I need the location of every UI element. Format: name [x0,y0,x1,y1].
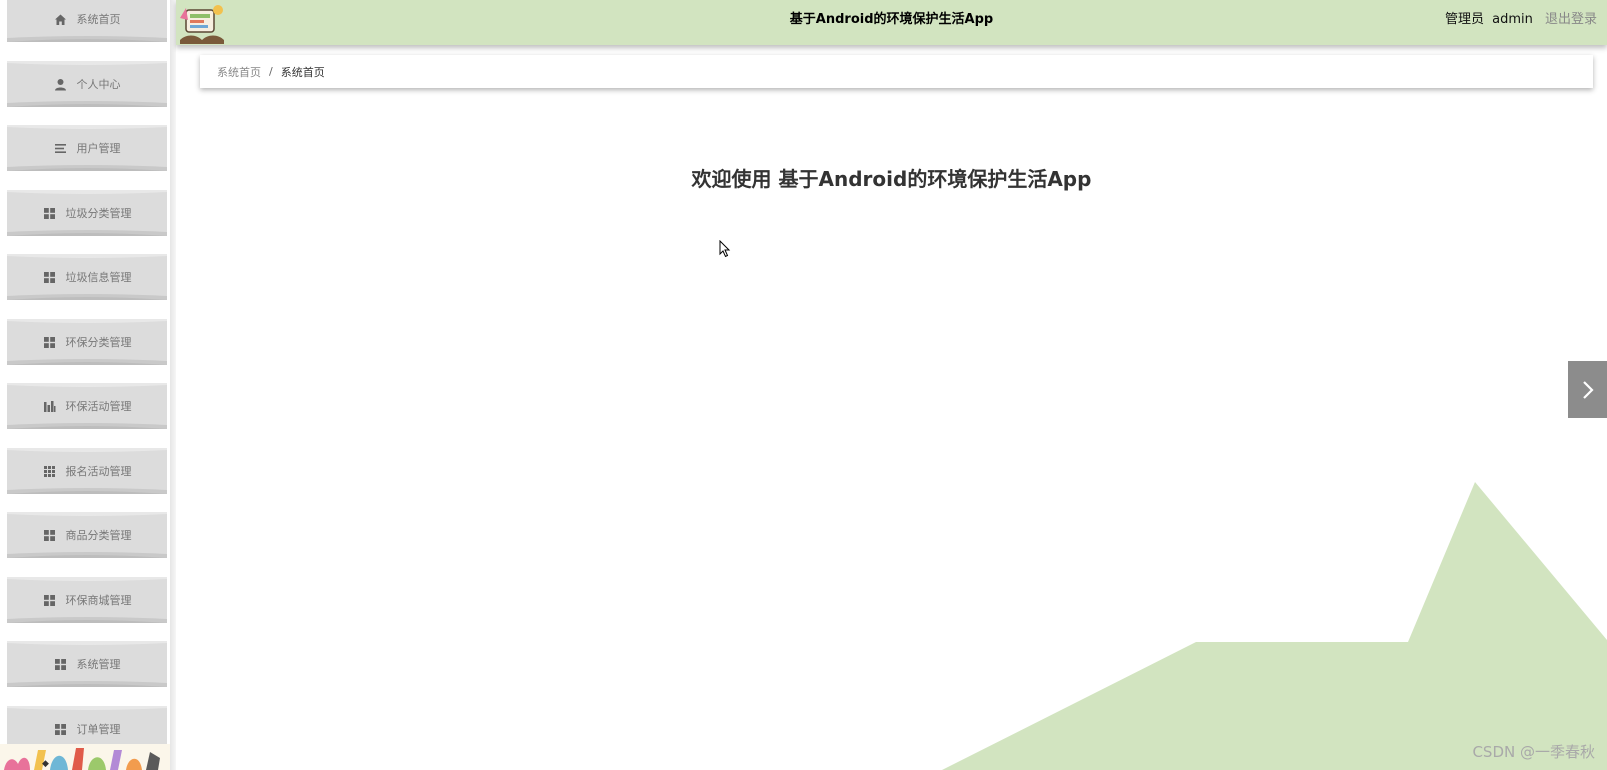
sidebar-item-label: 垃圾分类管理 [65,207,132,220]
apps-icon [43,465,56,478]
username: admin [1492,12,1533,27]
sidebar-item-11[interactable]: 系统管理 [7,641,167,687]
menu-item-ridge [7,423,167,429]
menu-item-ridge [7,681,167,687]
sidebar-item-10[interactable]: 环保商城管理 [7,577,167,623]
menu-item-top-ridge [7,190,167,194]
sidebar-item-label: 报名活动管理 [65,465,132,478]
sidebar: 系统首页个人中心用户管理垃圾分类管理 垃圾信息管理 环保分类管理 环保活动管理 报名活动… [0,0,174,770]
breadcrumb-home-link[interactable]: 系统首页 [217,64,261,80]
sidebar-divider [170,0,176,770]
welcome-heading: 欢迎使用 基于Android的环境保护生活App [691,167,1092,191]
background-decoration [942,482,1607,770]
sidebar-item-6[interactable]: 环保分类管理 [7,319,167,365]
menu-item-ridge [7,359,167,365]
user-area: 管理员 admin 退出登录 [1445,0,1597,40]
bar-chart-icon [43,400,56,413]
sidebar-item-9[interactable]: 商品分类管理 [7,512,167,558]
menu-item-ridge [7,36,167,42]
sidebar-item-8[interactable]: 报名活动管理 [7,448,167,494]
menu-item-top-ridge [7,448,167,452]
mouse-cursor-icon [719,240,731,258]
menu-item-top-ridge [7,512,167,516]
svg-text:◆: ◆ [42,759,49,769]
home-icon [54,13,67,26]
watermark: CSDN @一季春秋 [1472,743,1595,761]
menu-item-top-ridge [7,706,167,710]
menu-item-top-ridge [7,61,167,65]
sidebar-item-label: 个人中心 [76,78,121,91]
sidebar-item-label: 系统首页 [76,13,121,26]
grid-icon [54,658,67,671]
menu-item-ridge [7,488,167,494]
grid-icon [43,336,56,349]
sidebar-item-label: 订单管理 [76,723,121,736]
sidebar-illustration: ◆ [0,744,170,770]
sidebar-item-5[interactable]: 垃圾信息管理 [7,254,167,300]
list-icon [54,142,67,155]
menu-item-top-ridge [7,254,167,258]
sidebar-item-label: 垃圾信息管理 [65,271,132,284]
next-page-tab[interactable] [1568,361,1607,418]
grid-icon [54,723,67,736]
menu-item-ridge [7,230,167,236]
breadcrumb-current: 系统首页 [280,65,325,79]
menu-item-top-ridge [7,641,167,645]
app-title: 基于Android的环境保护生活App [789,12,994,27]
grid-icon [43,594,56,607]
menu-item-ridge [7,552,167,558]
sidebar-item-3[interactable]: 用户管理 [7,125,167,171]
menu-item-ridge [7,617,167,623]
menu-item-top-ridge [7,577,167,581]
sidebar-item-label: 用户管理 [76,142,121,155]
sidebar-item-label: 环保分类管理 [65,336,132,349]
sidebar-item-label: 商品分类管理 [65,529,132,542]
menu-item-ridge [7,101,167,107]
grid-icon [43,207,56,220]
breadcrumb: 系统首页 / 系统首页 [200,55,1593,88]
sidebar-item-label: 系统管理 [76,658,121,671]
user-icon [54,78,67,91]
menu-item-top-ridge [7,125,167,129]
grid-icon [43,529,56,542]
menu-item-ridge [7,294,167,300]
breadcrumb-separator: / [269,65,273,78]
logout-button[interactable]: 退出登录 [1545,12,1597,27]
grid-icon [43,271,56,284]
menu-item-top-ridge [7,0,167,2]
user-role: 管理员 [1444,12,1484,27]
sidebar-item-2[interactable]: 个人中心 [7,61,167,107]
sidebar-item-label: 环保商城管理 [65,594,132,607]
sidebar-item-1[interactable]: 系统首页 [7,0,167,42]
sidebar-item-7[interactable]: 环保活动管理 [7,383,167,429]
menu-item-ridge [7,165,167,171]
menu-item-top-ridge [7,319,167,323]
sidebar-item-4[interactable]: 垃圾分类管理 [7,190,167,236]
menu-item-top-ridge [7,383,167,387]
top-header: 基于Android的环境保护生活App 管理员 admin 退出登录 [176,0,1607,45]
sidebar-item-label: 环保活动管理 [65,400,132,413]
chevron-right-icon [1582,380,1594,399]
